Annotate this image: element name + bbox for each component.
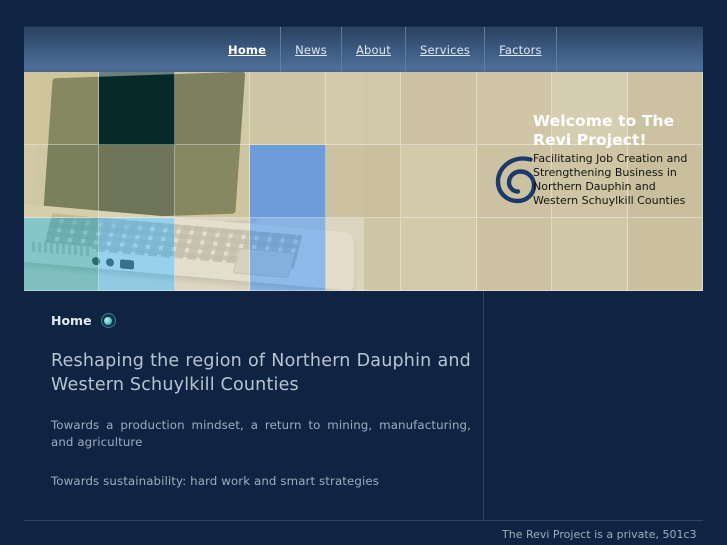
hero-tile [627,218,703,291]
nav-list: Home News About Services Factors [24,26,703,73]
nav-link-about[interactable]: About [356,43,391,57]
breadcrumb: Home [51,313,471,328]
hero-tile [325,145,402,218]
hero-tile [99,218,175,291]
hero-tile [401,218,477,291]
hero-tile [401,145,477,218]
hero-tile [24,145,100,218]
hero-welcome-block: Welcome to The Revi Project! Facilitatin… [533,112,701,208]
hero-tile [174,145,251,218]
page-title: Reshaping the region of Northern Dauphin… [51,351,471,395]
hero-tile [99,72,175,145]
nav-link-services[interactable]: Services [420,43,470,57]
breadcrumb-item-home[interactable]: Home [51,313,92,328]
nav-link-home[interactable]: Home [228,43,266,57]
hero-welcome-title: Welcome to The Revi Project! [533,112,675,149]
sidebar-column: The Revi Project is a private, 501c3 [502,527,702,542]
intro-paragraph-2: Towards sustainability: hard work and sm… [51,474,379,489]
hero-tile [99,145,175,218]
nav-item-home[interactable]: Home [214,27,280,73]
nav-item-factors[interactable]: Factors [484,26,557,73]
hero-tile [325,218,402,291]
page-root: Home News About Services Factors Welcome… [0,0,727,545]
hero-tile [174,218,251,291]
nav-item-services[interactable]: Services [405,26,484,73]
hero-tile [476,218,553,291]
nav-link-news[interactable]: News [295,43,327,57]
hero-tile [250,72,326,145]
main-column: Home Reshaping the region of Northern Da… [51,291,471,491]
hero-tile [24,218,100,291]
intro-paragraph-1: Towards a production mindset, a return t… [51,418,471,450]
nav-item-about[interactable]: About [340,26,405,73]
hero-tile [250,218,326,291]
content-area: Home Reshaping the region of Northern Da… [24,291,703,545]
column-divider [483,291,484,520]
nav-item-news[interactable]: News [280,26,341,73]
footer-divider [24,520,703,521]
hero-banner: Welcome to The Revi Project! Facilitatin… [24,72,703,291]
sidebar-footer-text: The Revi Project is a private, 501c3 [502,528,697,541]
hero-tile [401,72,477,145]
hero-tile [174,72,251,145]
bullet-circle-icon [100,313,116,328]
hero-tile [325,72,402,145]
nav-link-factors[interactable]: Factors [499,43,542,57]
hero-welcome-subtitle: Facilitating Job Creation and Strengthen… [533,151,688,208]
hero-tile [250,145,326,218]
hero-tile [552,218,628,291]
hero-tile [24,72,100,145]
main-navigation: Home News About Services Factors [24,26,703,73]
